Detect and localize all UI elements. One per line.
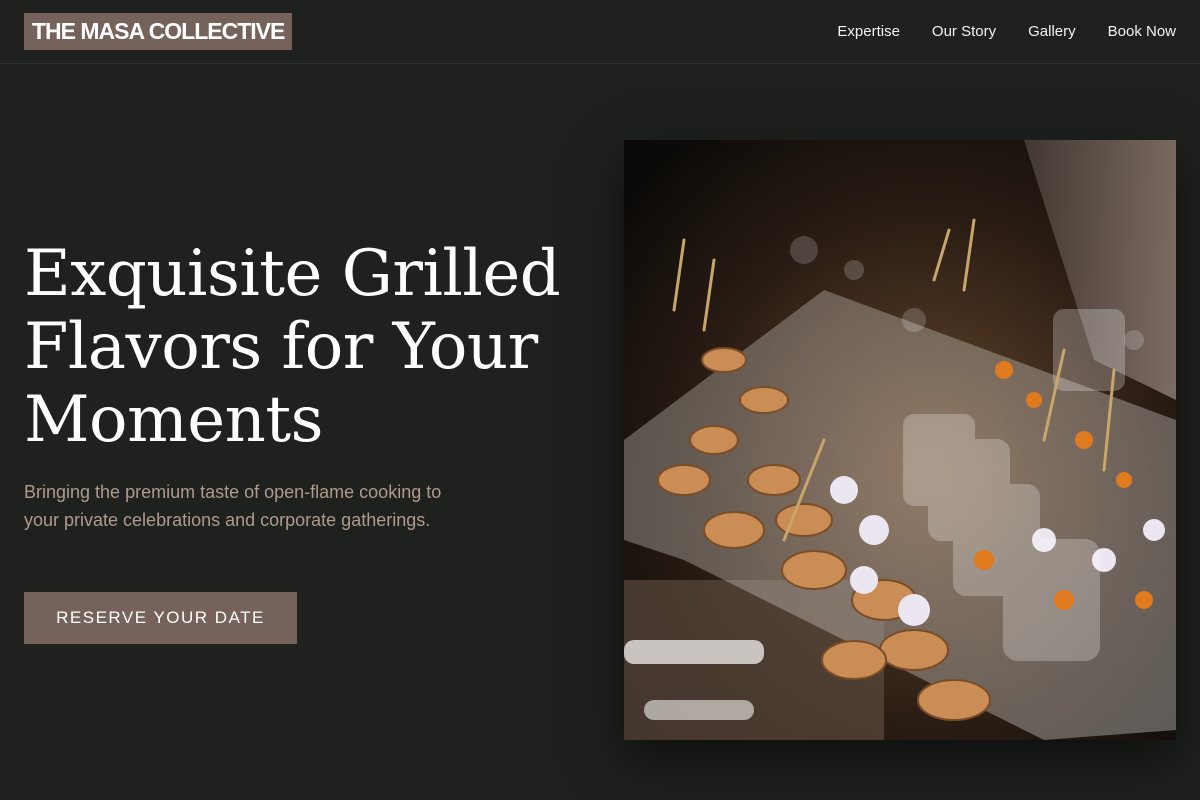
site-header: THE MASA COLLECTIVE Expertise Our Story … <box>0 0 1200 64</box>
reserve-date-button[interactable]: RESERVE YOUR DATE <box>24 592 297 644</box>
nav-expertise[interactable]: Expertise <box>837 23 900 40</box>
main-nav: Expertise Our Story Gallery Book Now <box>837 0 1176 63</box>
brand-logo[interactable]: THE MASA COLLECTIVE <box>24 13 293 50</box>
hero-subtitle: Bringing the premium taste of open-flame… <box>24 482 442 530</box>
hero-title: Exquisite Grilled Flavors for Your Momen… <box>24 237 561 457</box>
nav-book-now[interactable]: Book Now <box>1108 23 1176 40</box>
hero-catering-image <box>624 140 1176 740</box>
nav-gallery[interactable]: Gallery <box>1028 23 1076 40</box>
nav-our-story[interactable]: Our Story <box>932 23 996 40</box>
